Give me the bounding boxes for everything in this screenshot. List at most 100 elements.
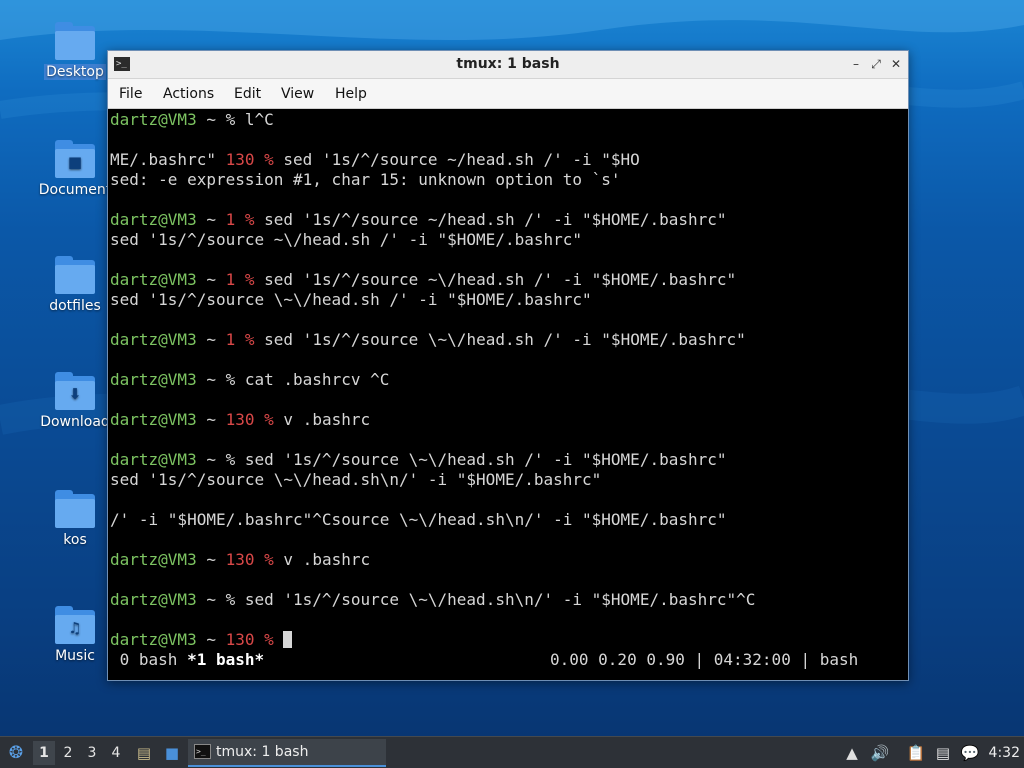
- prompt-user: dartz@VM3: [110, 550, 197, 569]
- terminal-text: ~ % sed '1s/^/source \~\/head.sh /' -i "…: [196, 450, 727, 469]
- terminal-text: ~: [196, 550, 226, 569]
- exit-status: 130 %: [225, 630, 274, 649]
- close-icon[interactable]: ✕: [888, 56, 904, 72]
- terminal-line: dartz@VM3 ~ 1 % sed '1s/^/source ~/head.…: [110, 210, 727, 230]
- window-title: tmux: 1 bash: [456, 56, 560, 72]
- terminal-line: sed '1s/^/source ~\/head.sh /' -i "$HOME…: [110, 230, 582, 250]
- notification-icon[interactable]: 💬: [960, 743, 980, 763]
- folder-icon: [54, 490, 96, 530]
- menu-bar: File Actions Edit View Help: [108, 79, 908, 109]
- clipboard-icon[interactable]: 📋: [906, 743, 926, 763]
- updates-icon[interactable]: ▲: [842, 743, 862, 763]
- tmux-window-0[interactable]: 0 bash: [110, 650, 187, 669]
- terminal-line: ME/.bashrc" 130 % sed '1s/^/source ~/hea…: [110, 150, 640, 170]
- network-icon[interactable]: ▤: [933, 743, 953, 763]
- terminal-text: ~ % sed '1s/^/source \~\/head.sh\n/' -i …: [196, 590, 756, 609]
- terminal-text: ME/.bashrc": [110, 150, 226, 169]
- show-desktop-icon[interactable]: ■: [162, 743, 182, 763]
- terminal-text: ~: [196, 210, 226, 229]
- menu-edit[interactable]: Edit: [229, 79, 266, 109]
- terminal-line: dartz@VM3 ~ % sed '1s/^/source \~\/head.…: [110, 450, 727, 470]
- music-folder-icon: ♫: [54, 606, 96, 646]
- exit-status: 1 %: [225, 330, 255, 349]
- terminal-text: ~ % cat .bashrcv ^C: [196, 370, 390, 389]
- terminal-window[interactable]: >_ tmux: 1 bash – ⤢ ✕ File Actions Edit …: [107, 50, 909, 681]
- downloads-folder-icon: ⬇: [54, 372, 96, 412]
- tmux-window-1-active[interactable]: *1 bash*: [187, 650, 264, 669]
- desktop-icon-label: Desktop: [44, 64, 106, 80]
- terminal-text: sed '1s/^/source ~\/head.sh /' -i "$HOME…: [254, 270, 737, 289]
- window-titlebar[interactable]: >_ tmux: 1 bash – ⤢ ✕: [108, 51, 908, 79]
- terminal-text: sed: -e expression #1, char 15: unknown …: [110, 170, 621, 189]
- desktop-icon-kos[interactable]: kos: [35, 490, 115, 548]
- terminal-line: dartz@VM3 ~ 130 % v .bashrc: [110, 550, 370, 570]
- terminal-text: sed '1s/^/source \~\/head.sh /' -i "$HOM…: [110, 290, 592, 309]
- terminal-line: dartz@VM3 ~ % cat .bashrcv ^C: [110, 370, 389, 390]
- menu-file[interactable]: File: [114, 79, 147, 109]
- terminal-line: dartz@VM3 ~ % l^C: [110, 110, 274, 130]
- exit-status: 130 %: [225, 410, 274, 429]
- terminal-output[interactable]: dartz@VM3 ~ % l^C ME/.bashrc" 130 % sed '…: [110, 110, 906, 680]
- terminal-text: sed '1s/^/source ~/head.sh /' -i "$HOME/…: [254, 210, 727, 229]
- clock[interactable]: 4:32: [989, 737, 1020, 768]
- terminal-line: dartz@VM3 ~ 130 %: [110, 630, 293, 650]
- workspace-1[interactable]: 1: [33, 741, 55, 765]
- exit-status: 130 %: [225, 150, 274, 169]
- desktop-icon-download[interactable]: ⬇ Download: [35, 372, 115, 430]
- terminal-text: ~: [196, 630, 226, 649]
- prompt-user: dartz@VM3: [110, 630, 197, 649]
- terminal-text: ~: [196, 270, 226, 289]
- desktop-folder-icon: [54, 22, 96, 62]
- terminal-text: ~: [196, 410, 226, 429]
- app-menu-icon[interactable]: ❂: [6, 743, 26, 763]
- desktop-icon-dotfiles[interactable]: dotfiles: [35, 256, 115, 314]
- prompt-user: dartz@VM3: [110, 210, 197, 229]
- terminal-line: sed '1s/^/source \~\/head.sh\n/' -i "$HO…: [110, 470, 601, 490]
- desktop-icon-label: kos: [63, 532, 87, 548]
- workspace-2[interactable]: 2: [57, 741, 79, 765]
- file-manager-icon[interactable]: ▤: [134, 743, 154, 763]
- desktop-icon-label: dotfiles: [49, 298, 101, 314]
- desktop-icon-desktop[interactable]: Desktop: [35, 22, 115, 80]
- prompt-user: dartz@VM3: [110, 410, 197, 429]
- minimize-icon[interactable]: –: [848, 56, 864, 72]
- desktop-icon-document[interactable]: ■ Document: [35, 140, 115, 198]
- terminal-line: dartz@VM3 ~ 130 % v .bashrc: [110, 410, 370, 430]
- taskbar-task-label: tmux: 1 bash: [216, 744, 309, 760]
- terminal-line: sed: -e expression #1, char 15: unknown …: [110, 170, 621, 190]
- desktop-icon-label: Document: [38, 182, 112, 198]
- workspace-3[interactable]: 3: [81, 741, 103, 765]
- workspace-4[interactable]: 4: [105, 741, 127, 765]
- terminal-text: sed '1s/^/source ~\/head.sh /' -i "$HOME…: [110, 230, 583, 249]
- terminal-task-icon: >_: [194, 744, 211, 759]
- terminal-cursor: [283, 631, 293, 648]
- prompt-user: dartz@VM3: [110, 590, 197, 609]
- terminal-text: ~: [196, 330, 226, 349]
- terminal-line: /' -i "$HOME/.bashrc"^Csource \~\/head.s…: [110, 510, 727, 530]
- documents-folder-icon: ■: [54, 140, 96, 180]
- desktop-icon-music[interactable]: ♫ Music: [35, 606, 115, 664]
- terminal-line: dartz@VM3 ~ 1 % sed '1s/^/source ~\/head…: [110, 270, 736, 290]
- terminal-text: sed '1s/^/source ~/head.sh /' -i "$HO: [273, 150, 640, 169]
- terminal-text: ~ % l^C: [196, 110, 274, 129]
- menu-actions[interactable]: Actions: [158, 79, 219, 109]
- folder-icon: [54, 256, 96, 296]
- menu-help[interactable]: Help: [330, 79, 372, 109]
- prompt-user: dartz@VM3: [110, 330, 197, 349]
- taskbar-task-tmux[interactable]: >_ tmux: 1 bash: [188, 739, 386, 767]
- taskbar: ❂ 1 2 3 4 ▤ ■ >_ tmux: 1 bash ▲ 🔊 📋 ▤ 💬 …: [0, 736, 1024, 768]
- desktop-icon-label: Download: [40, 414, 110, 430]
- exit-status: 130 %: [225, 550, 274, 569]
- maximize-icon[interactable]: ⤢: [868, 56, 884, 72]
- exit-status: 1 %: [225, 210, 255, 229]
- tmux-status-right: 0.00 0.20 0.90 | 04:32:00 | bash: [550, 650, 859, 669]
- tmux-status-bar: 0 bash *1 bash* 0.00 0.20 0.90 | 04:32:00…: [110, 650, 906, 670]
- menu-view[interactable]: View: [276, 79, 319, 109]
- terminal-text: v .bashrc: [273, 410, 371, 429]
- prompt-user: dartz@VM3: [110, 110, 197, 129]
- volume-icon[interactable]: 🔊: [870, 743, 890, 763]
- prompt-user: dartz@VM3: [110, 370, 197, 389]
- prompt-user: dartz@VM3: [110, 450, 197, 469]
- terminal-line: dartz@VM3 ~ 1 % sed '1s/^/source \~\/hea…: [110, 330, 746, 350]
